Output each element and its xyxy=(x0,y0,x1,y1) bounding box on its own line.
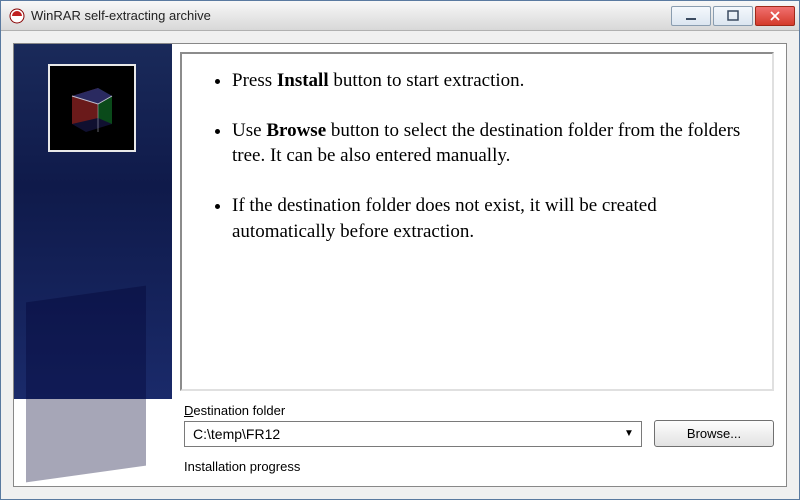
instruction-item: If the destination folder does not exist… xyxy=(232,193,754,244)
archive-icon xyxy=(48,64,136,152)
browse-button[interactable]: Browse... xyxy=(654,420,774,447)
chevron-down-icon[interactable]: ▼ xyxy=(621,428,637,439)
destination-input[interactable]: C:\temp\FR12 ▼ xyxy=(184,421,642,447)
side-panel xyxy=(14,44,172,399)
content-frame: Press Install button to start extraction… xyxy=(13,43,787,487)
minimize-button[interactable] xyxy=(671,6,711,26)
client-area: Press Install button to start extraction… xyxy=(1,31,799,499)
instructions-panel: Press Install button to start extraction… xyxy=(180,52,774,391)
app-icon xyxy=(9,8,25,24)
self-extractor-window: WinRAR self-extracting archive xyxy=(0,0,800,500)
maximize-button[interactable] xyxy=(713,6,753,26)
side-decoration xyxy=(26,286,146,483)
upper-pane: Press Install button to start extraction… xyxy=(14,44,786,399)
destination-value: C:\temp\FR12 xyxy=(193,426,621,442)
window-title: WinRAR self-extracting archive xyxy=(31,8,671,23)
window-controls xyxy=(671,6,795,26)
destination-label: Destination folder xyxy=(184,403,774,418)
close-button[interactable] xyxy=(755,6,795,26)
titlebar[interactable]: WinRAR self-extracting archive xyxy=(1,1,799,31)
progress-label: Installation progress xyxy=(184,459,774,474)
instruction-item: Press Install button to start extraction… xyxy=(232,68,754,94)
instruction-item: Use Browse button to select the destinat… xyxy=(232,118,754,169)
